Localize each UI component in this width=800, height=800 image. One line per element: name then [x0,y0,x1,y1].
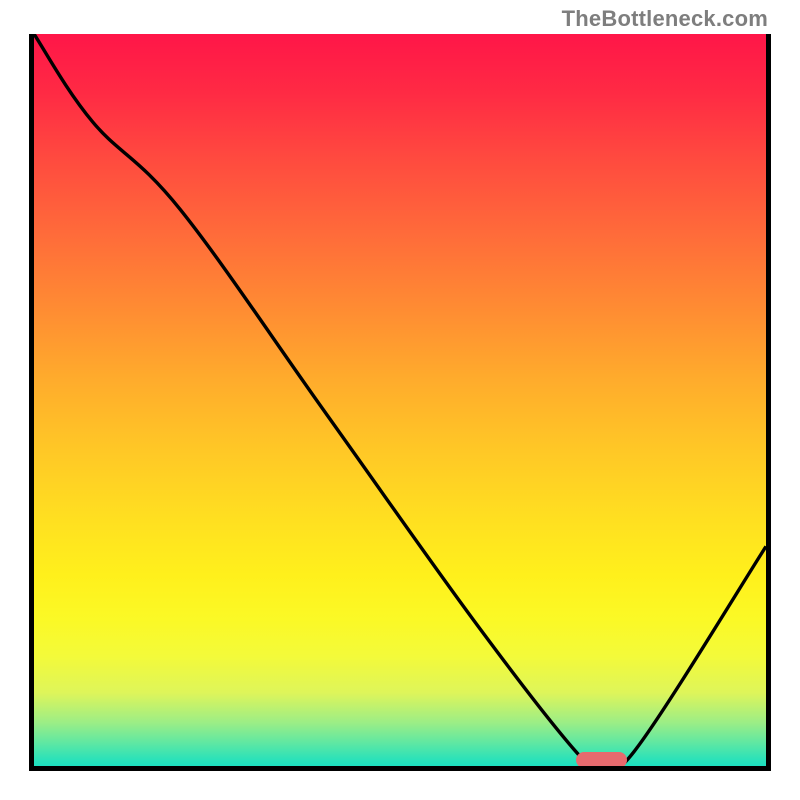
curve-svg [34,34,766,766]
chart-canvas: TheBottleneck.com [0,0,800,800]
watermark-text: TheBottleneck.com [562,6,768,32]
axis-right [766,34,771,771]
bottleneck-curve [34,34,766,766]
optimum-marker [576,752,627,766]
axis-left [29,34,34,771]
axis-bottom [34,766,766,771]
plot-area [34,34,766,766]
